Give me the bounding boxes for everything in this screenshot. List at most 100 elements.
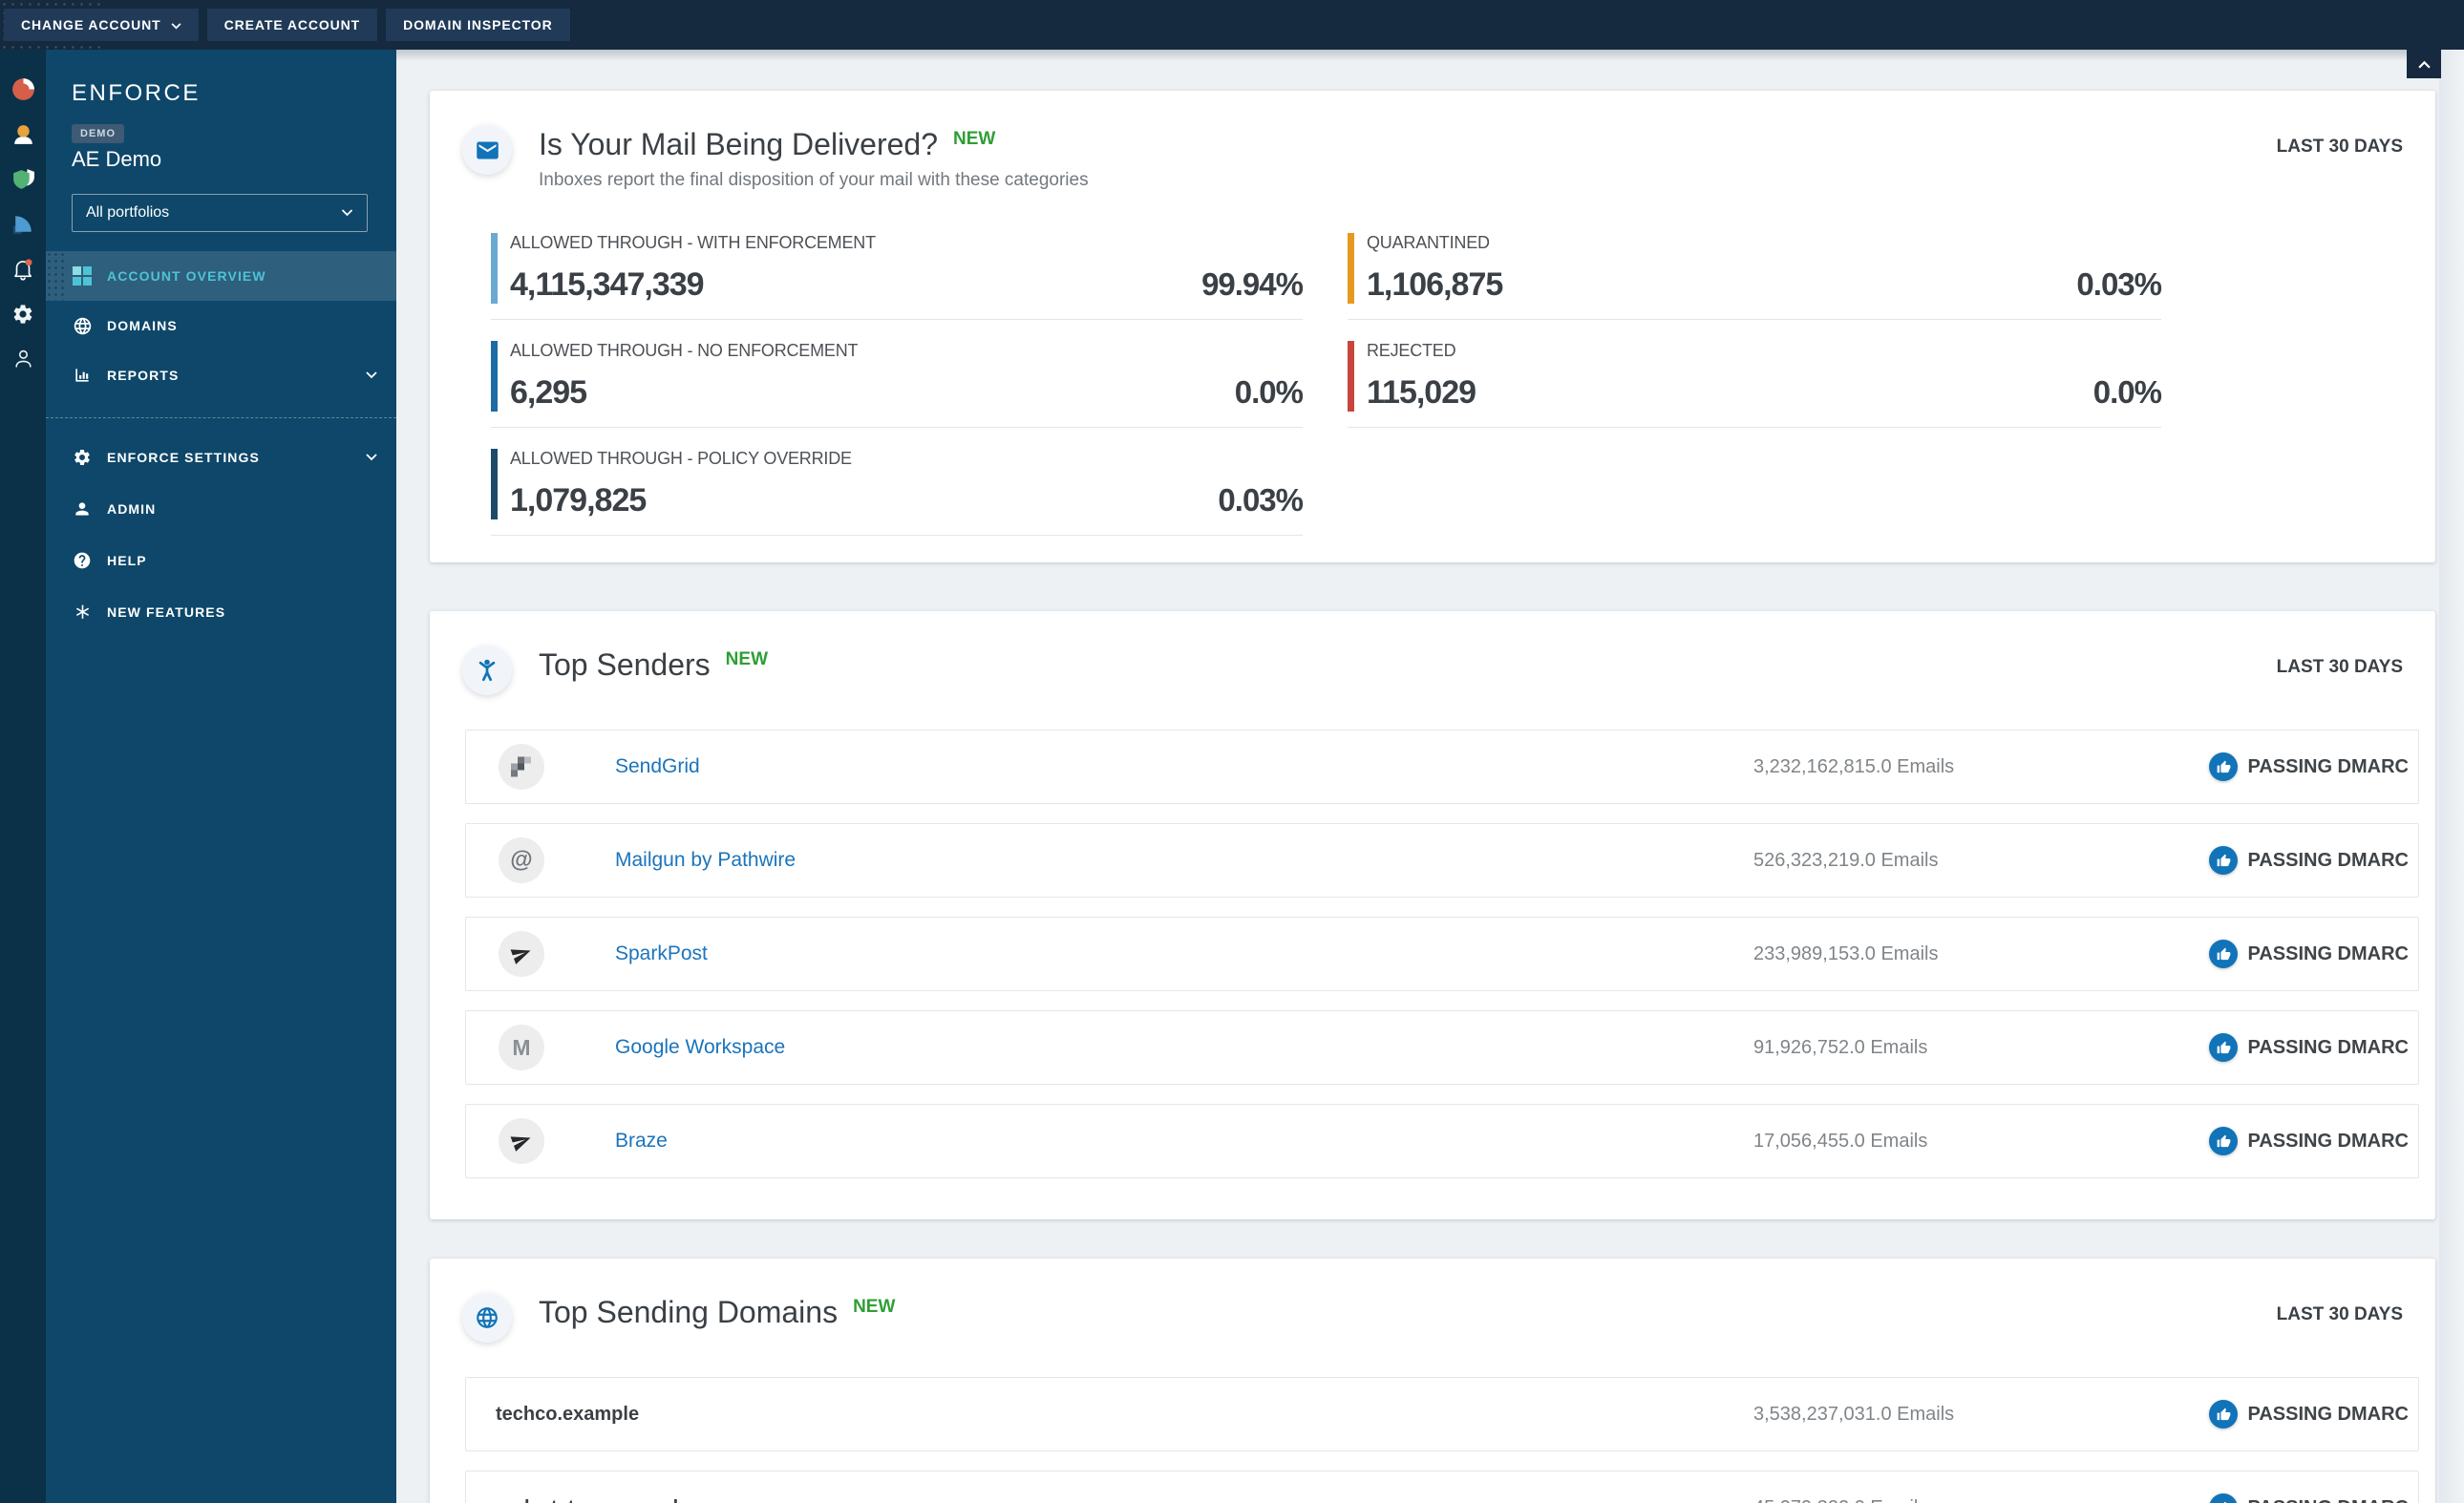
divider — [491, 535, 1303, 536]
sender-email-count: 526,323,219.0 Emails — [1753, 849, 1939, 871]
braze-logo-icon — [499, 1118, 544, 1164]
stat-rejected: REJECTED 115,029 0.0% — [1348, 341, 2162, 449]
stat-label: QUARANTINED — [1367, 233, 1490, 252]
sender-email-count: 91,926,752.0 Emails — [1753, 1036, 1928, 1058]
sender-row: @ Mailgun by Pathwire 526,323,219.0 Emai… — [465, 823, 2419, 898]
top-sending-domains-list: techco.example 3,538,237,031.0 Emails PA… — [430, 1377, 2435, 1503]
person-icon — [72, 498, 93, 519]
scroll-to-top-button[interactable] — [2407, 50, 2441, 78]
top-senders-list: SendGrid 3,232,162,815.0 Emails PASSING … — [430, 730, 2435, 1178]
stat-label: ALLOWED THROUGH - NO ENFORCEMENT — [510, 341, 859, 360]
chevron-down-icon — [171, 17, 181, 32]
globe-icon — [462, 1293, 512, 1343]
sender-row: Braze 17,056,455.0 Emails PASSING DMARC — [465, 1104, 2419, 1178]
dmarc-status-label: PASSING DMARC — [2247, 1403, 2409, 1425]
stat-percent: 0.0% — [1234, 374, 1304, 410]
stat-quarantined: QUARANTINED 1,106,875 0.03% — [1348, 233, 2162, 341]
top-sending-domains-card: Top Sending Domains NEW LAST 30 DAYS tec… — [430, 1259, 2435, 1503]
bar-chart-icon — [72, 365, 93, 386]
create-account-button[interactable]: CREATE ACCOUNT — [206, 9, 378, 41]
sidebar-item-reports[interactable]: REPORTS — [46, 350, 396, 400]
sendgrid-logo-icon — [499, 744, 544, 790]
sender-link[interactable]: SendGrid — [615, 755, 1753, 778]
sender-row: SendGrid 3,232,162,815.0 Emails PASSING … — [465, 730, 2419, 804]
top-senders-card: Top Senders NEW LAST 30 DAYS SendGrid 3,… — [430, 611, 2435, 1219]
gear-icon — [72, 447, 93, 468]
stat-percent: 0.03% — [1218, 482, 1304, 518]
sidebar-item-label: REPORTS — [107, 368, 180, 383]
user-profile-icon[interactable] — [11, 346, 36, 371]
portfolio-selector[interactable]: All portfolios — [72, 194, 368, 232]
card-title: Top Sending Domains — [539, 1295, 839, 1329]
stat-value: 1,106,875 — [1367, 266, 1503, 303]
dmarc-status-badge: PASSING DMARC — [2209, 1127, 2409, 1155]
page-scrollbar[interactable] — [2439, 50, 2464, 1503]
sidebar-item-label: NEW FEATURES — [107, 604, 226, 620]
sender-link[interactable]: Mailgun by Pathwire — [615, 849, 1753, 872]
mailgun-logo-icon: @ — [499, 837, 544, 883]
thumbs-up-icon — [2209, 1493, 2239, 1503]
sender-link[interactable]: Google Workspace — [615, 1036, 1753, 1059]
thumbs-up-icon — [2209, 846, 2239, 875]
create-account-label: CREATE ACCOUNT — [223, 17, 361, 32]
stat-value: 4,115,347,339 — [510, 266, 705, 303]
notifications-bell-icon[interactable] — [11, 256, 36, 282]
sender-email-count: 17,056,455.0 Emails — [1753, 1130, 1928, 1152]
sidebar-divider — [46, 417, 396, 418]
new-badge: NEW — [725, 649, 768, 669]
divider — [1348, 427, 2161, 428]
person-arms-up-icon — [462, 646, 512, 695]
sidebar-item-enforce-settings[interactable]: ENFORCE SETTINGS — [46, 432, 396, 483]
sidebar-item-admin[interactable]: ADMIN — [46, 483, 396, 535]
globe-icon — [72, 315, 93, 336]
dmarc-status-label: PASSING DMARC — [2247, 942, 2409, 964]
stat-percent: 0.0% — [2092, 374, 2162, 410]
google-workspace-logo-icon: M — [499, 1025, 544, 1070]
top-senders-header: Top Senders NEW LAST 30 DAYS — [430, 611, 2435, 695]
chevron-down-icon — [366, 371, 377, 379]
domain-row: techco.example 3,538,237,031.0 Emails PA… — [465, 1377, 2419, 1451]
sidebar-item-new-features[interactable]: NEW FEATURES — [46, 586, 396, 638]
dmarc-status-label: PASSING DMARC — [2247, 1036, 2409, 1058]
reports-pie-logo-icon[interactable] — [11, 211, 36, 237]
sender-row: SparkPost 233,989,153.0 Emails PASSING D… — [465, 917, 2419, 991]
stat-percent: 99.94% — [1201, 266, 1304, 302]
sidebar-item-account-overview[interactable]: ACCOUNT OVERVIEW — [46, 251, 396, 301]
sender-link[interactable]: Braze — [615, 1130, 1753, 1153]
change-account-button[interactable]: CHANGE ACCOUNT — [4, 9, 199, 41]
main-content: Is Your Mail Being Delivered? NEW Inboxe… — [396, 50, 2464, 1503]
chevron-down-icon — [366, 454, 377, 461]
card-subtitle: Inboxes report the final disposition of … — [539, 170, 1089, 190]
divider — [1348, 319, 2161, 320]
delivery-card-header: Is Your Mail Being Delivered? NEW Inboxe… — [430, 91, 2435, 191]
domain-inspector-button[interactable]: DOMAIN INSPECTOR — [386, 9, 570, 41]
chevron-up-icon — [2417, 60, 2431, 69]
sidebar-item-label: ADMIN — [107, 501, 157, 517]
grid-icon — [72, 265, 93, 286]
delivery-stats: ALLOWED THROUGH - WITH ENFORCEMENT 4,115… — [491, 233, 2435, 557]
settings-gear-icon[interactable] — [11, 301, 36, 327]
period-label: LAST 30 DAYS — [2276, 1304, 2403, 1324]
sender-link[interactable]: SparkPost — [615, 942, 1753, 965]
amplify-logo-icon[interactable] — [11, 121, 36, 147]
stat-allowed-no-enforcement: ALLOWED THROUGH - NO ENFORCEMENT 6,295 0… — [491, 341, 1304, 449]
card-title: Top Senders — [539, 647, 711, 682]
sidebar-item-help[interactable]: HELP — [46, 535, 396, 586]
dmarc-status-label: PASSING DMARC — [2247, 1497, 2409, 1503]
dmarc-status-badge: PASSING DMARC — [2209, 1033, 2409, 1062]
period-label: LAST 30 DAYS — [2276, 657, 2403, 677]
dmarc-status-badge: PASSING DMARC — [2209, 940, 2409, 968]
dmarc-status-badge: PASSING DMARC — [2209, 752, 2409, 781]
account-name: AE Demo — [72, 147, 162, 171]
top-bar: CHANGE ACCOUNT CREATE ACCOUNT DOMAIN INS… — [0, 0, 2464, 50]
sidebar-item-domains[interactable]: DOMAINS — [46, 301, 396, 350]
monitor-logo-icon[interactable] — [11, 76, 36, 102]
enforce-shield-logo-icon[interactable] — [11, 166, 36, 192]
stat-label: ALLOWED THROUGH - WITH ENFORCEMENT — [510, 233, 876, 252]
stat-label: REJECTED — [1367, 341, 1456, 360]
product-icon-rail — [0, 50, 46, 1503]
new-badge: NEW — [953, 129, 996, 149]
thumbs-up-icon — [2209, 1033, 2239, 1062]
dmarc-status-label: PASSING DMARC — [2247, 755, 2409, 777]
asterisk-icon — [72, 602, 93, 623]
